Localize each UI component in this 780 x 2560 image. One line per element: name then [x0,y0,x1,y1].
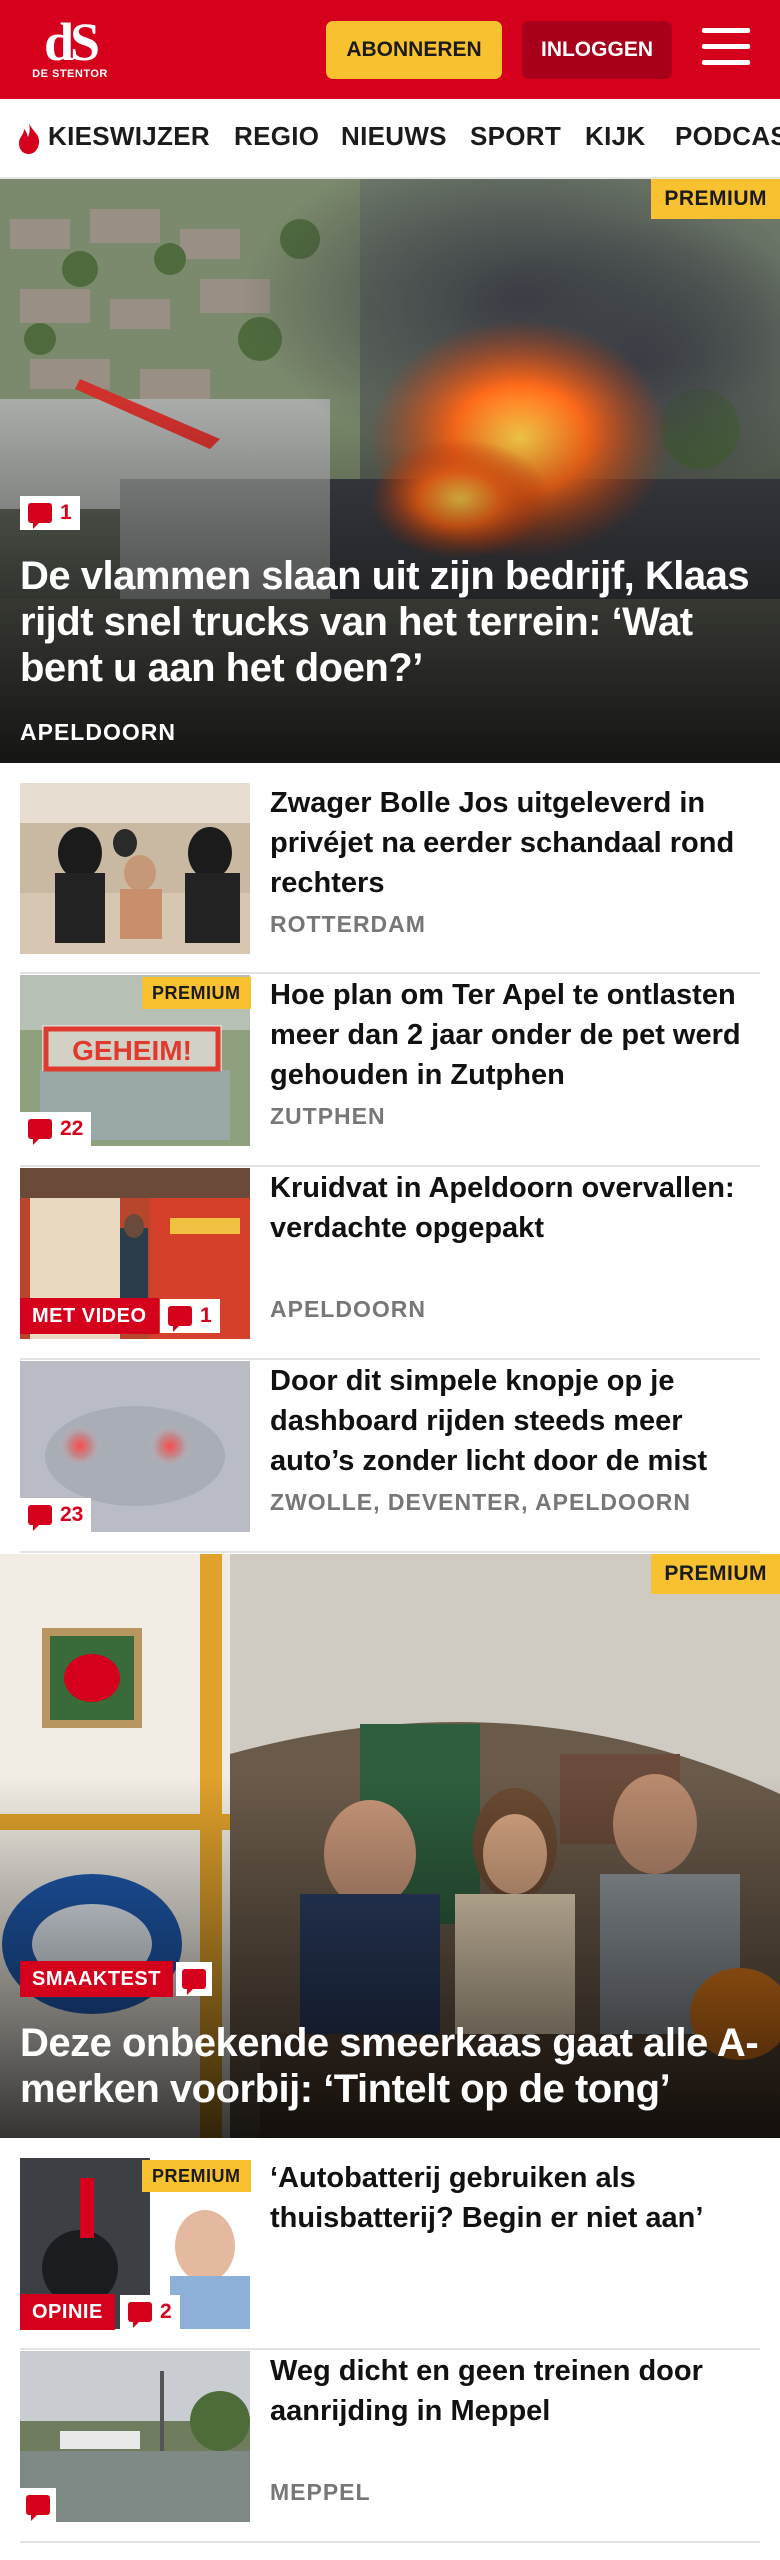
list-item[interactable]: MET VIDEO 1 Kruidvat in Apeldoorn overva… [20,1168,760,1360]
article-headline[interactable]: ‘Autobatterij gebruiken als thuisbatteri… [270,2158,760,2238]
comment-icon [28,1119,52,1145]
site-logo[interactable]: dS DE STENTOR [30,14,110,86]
comment-icon [28,1505,52,1531]
opinion-tag: OPINIE [20,2294,115,2330]
nav-item-nieuws[interactable]: NIEUWS [341,121,447,152]
login-button[interactable]: INLOGGEN [522,21,672,79]
list-item[interactable]: 23 Door dit simpele knopje op je dashboa… [20,1361,760,1553]
video-tag: MET VIDEO [20,1298,159,1334]
premium-badge: PREMIUM [651,1554,780,1594]
nav-item-sport[interactable]: SPORT [470,121,561,152]
hero-location: APELDOORN [20,719,176,745]
article-location: ROTTERDAM [270,911,426,937]
premium-badge: PREMIUM [651,179,780,219]
comment-count[interactable] [20,2488,56,2522]
article-headline[interactable]: Kruidvat in Apeldoorn overvallen: verdac… [270,1168,760,1248]
list-item[interactable]: Weg dicht en geen treinen door aanrijdin… [20,2351,760,2543]
premium-badge: PREMIUM [142,2160,251,2192]
menu-icon[interactable] [702,28,750,70]
comment-count-value: 2 [160,2300,172,2323]
stamp-overlay-text: GEHEIM! [72,1035,192,1066]
hero-headline[interactable]: De vlammen slaan uit zijn bedrijf, Klaas… [20,553,760,691]
logo-mark: dS [43,12,100,72]
article-headline[interactable]: Zwager Bolle Jos uitgeleverd in privéjet… [270,783,760,903]
flame-icon [19,123,40,154]
article-location: ZWOLLE, DEVENTER, APELDOORN [270,1489,691,1515]
nav-item-kieswijzer[interactable]: KIESWIJZER [48,121,210,152]
subscribe-button[interactable]: ABONNEREN [326,21,502,79]
comment-count[interactable]: 1 [160,1299,220,1333]
smaaktest-tag: SMAAKTEST [20,1961,173,1997]
comment-count[interactable]: 23 [20,1498,92,1532]
hero-article-smeerkaas[interactable]: PREMIUM SMAAKTEST Deze onbekende smeerka… [0,1554,780,2138]
top-bar: dS DE STENTOR ABONNEREN INLOGGEN [0,0,780,99]
premium-badge: PREMIUM [142,977,251,1009]
nav-item-podcast[interactable]: PODCAST [675,121,780,152]
comment-count[interactable]: 22 [20,1112,92,1146]
comment-count[interactable]: 1 [20,496,80,530]
section-nav: KIESWIJZER REGIO NIEUWS SPORT KIJK PODCA… [0,99,780,179]
comment-count[interactable] [176,1962,212,1996]
comment-count-value: 1 [200,1304,212,1327]
comment-icon [28,503,52,529]
hero-headline[interactable]: Deze onbekende smeerkaas gaat alle A-mer… [20,2020,760,2112]
comment-count-value: 22 [60,1117,84,1140]
comment-icon [168,1306,192,1332]
article-location: MEPPEL [270,2479,371,2505]
comment-icon [26,2495,50,2521]
article-headline[interactable]: Hoe plan om Ter Apel te ontlasten meer d… [270,975,760,1095]
nav-item-kijk[interactable]: KIJK [585,121,645,152]
article-headline[interactable]: Weg dicht en geen treinen door aanrijdin… [270,2351,760,2431]
hero-article-fire[interactable]: PREMIUM 1 De vlammen slaan uit zijn bedr… [0,179,780,763]
comment-count-value: 1 [60,501,72,524]
nav-item-regio[interactable]: REGIO [234,121,319,152]
comment-icon [128,2302,152,2328]
article-location: APELDOORN [270,1296,426,1322]
list-item[interactable]: GEHEIM! PREMIUM 22 Hoe plan om Ter Apel … [20,975,760,1167]
logo-subtitle: DE STENTOR [32,68,108,80]
comment-count[interactable]: 2 [120,2295,180,2329]
comment-icon [182,1969,206,1995]
article-headline[interactable]: Door dit simpele knopje op je dashboard … [270,1361,760,1481]
list-item[interactable]: PREMIUM OPINIE 2 ‘Autobatterij gebruiken… [20,2158,760,2350]
article-thumbnail [20,783,250,954]
comment-count-value: 23 [60,1503,84,1526]
list-item[interactable]: Zwager Bolle Jos uitgeleverd in privéjet… [20,783,760,974]
article-location: ZUTPHEN [270,1103,386,1129]
